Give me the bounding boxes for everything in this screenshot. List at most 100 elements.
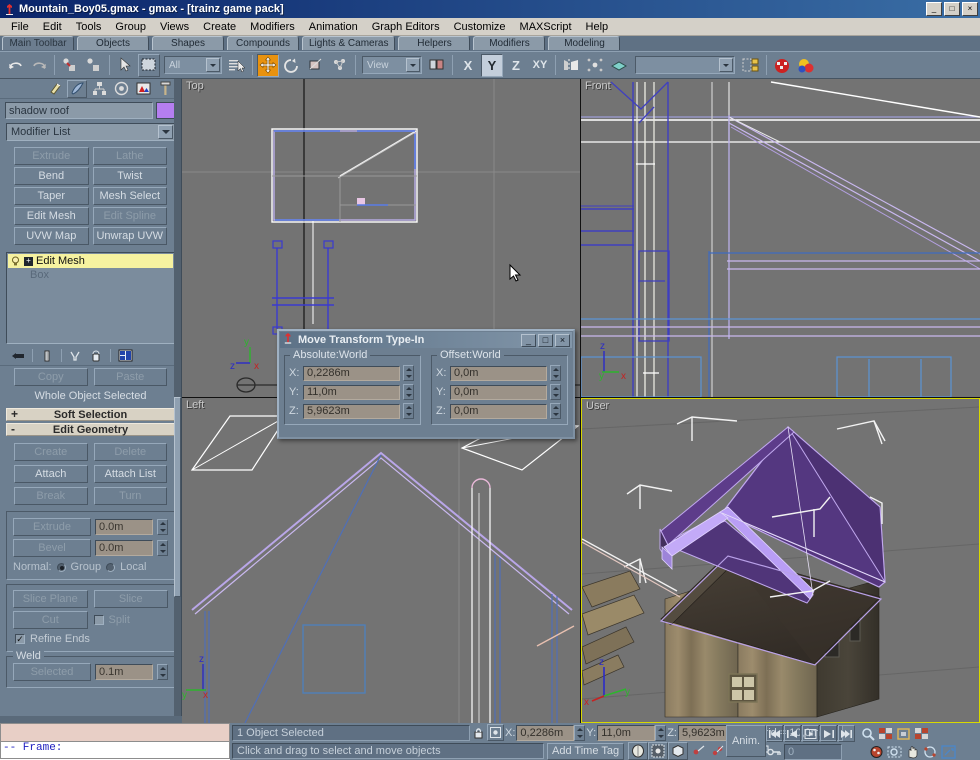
stack-item-edit-mesh[interactable]: + Edit Mesh <box>8 254 173 268</box>
axis-constraint-x-button[interactable]: X <box>457 53 479 77</box>
offset-x-input[interactable]: 0,0m <box>450 365 547 381</box>
offset-y-spinner[interactable] <box>550 384 561 400</box>
slice-button[interactable]: Slice <box>93 590 168 608</box>
animate-button[interactable]: Anim. <box>726 725 766 757</box>
next-frame-icon[interactable] <box>820 725 837 742</box>
region-zoom-icon[interactable] <box>886 743 903 760</box>
menu-item-customize[interactable]: Customize <box>447 20 513 34</box>
paste-button[interactable]: Paste <box>93 368 167 386</box>
axis-constraint-y-button[interactable]: Y <box>481 53 503 77</box>
offset-x-spinner[interactable] <box>550 365 561 381</box>
toolbar-tab-objects[interactable]: Objects <box>77 36 149 50</box>
extrude-spinner[interactable] <box>157 519 168 535</box>
refine-ends-checkbox[interactable]: ✓ <box>15 634 25 644</box>
minimize-button[interactable]: _ <box>926 2 942 16</box>
toolbar-tab-modeling[interactable]: Modeling <box>548 36 621 50</box>
absolute-x-input[interactable]: 0,2286m <box>303 365 400 381</box>
chevron-down-icon[interactable] <box>719 58 733 72</box>
add-time-tag-button[interactable]: Add Time Tag <box>547 742 625 760</box>
command-panel-scrollbar[interactable] <box>174 79 181 716</box>
modifier-button-extrude[interactable]: Extrude <box>14 147 89 165</box>
unlink-selection-icon[interactable] <box>83 53 105 77</box>
create-button[interactable]: Create <box>14 443 88 461</box>
offset-z-input[interactable]: 0,0m <box>450 403 547 419</box>
utilities-panel-icon[interactable] <box>155 80 175 98</box>
modifier-stack[interactable]: + Edit Mesh Box <box>6 252 175 344</box>
coord-x-field[interactable]: 0,2286m <box>516 724 575 741</box>
select-and-link-icon[interactable] <box>59 53 81 77</box>
dialog-close-button[interactable]: × <box>555 333 570 347</box>
modifier-button-twist[interactable]: Twist <box>92 167 167 185</box>
angle-snap-icon[interactable] <box>648 742 669 760</box>
toolbar-tab-modifiers[interactable]: Modifiers <box>473 36 546 50</box>
modifier-button-unwrap-uvw[interactable]: Unwrap UVW <box>92 227 167 245</box>
toolbar-tab-lights-cameras[interactable]: Lights & Cameras <box>302 36 396 50</box>
object-name-input[interactable]: shadow roof <box>5 102 153 119</box>
weld-spinner[interactable] <box>157 664 168 680</box>
viewport-left[interactable]: Left z y x <box>182 398 580 723</box>
split-checkbox[interactable] <box>93 615 104 625</box>
absolute-x-spinner[interactable] <box>403 365 414 381</box>
layer-manager-icon[interactable] <box>608 53 630 77</box>
field-of-view-icon[interactable] <box>868 743 885 760</box>
menu-item-views[interactable]: Views <box>153 20 196 34</box>
spinner-snap-icon[interactable] <box>688 742 708 760</box>
absolute-y-spinner[interactable] <box>403 384 414 400</box>
named-selection-sets-combo[interactable] <box>635 56 735 74</box>
align-icon[interactable] <box>329 53 351 77</box>
modifier-button-edit-spline[interactable]: Edit Spline <box>92 207 167 225</box>
material-editor-icon[interactable] <box>771 53 793 77</box>
expand-icon[interactable]: + <box>24 256 33 266</box>
menu-item-graph-editors[interactable]: Graph Editors <box>365 20 447 34</box>
current-frame-field[interactable]: 0 <box>784 743 842 760</box>
normal-group-radio[interactable] <box>56 562 66 572</box>
select-and-rotate-icon[interactable] <box>281 53 303 77</box>
zoom-icon[interactable] <box>859 725 876 742</box>
menu-item-file[interactable]: File <box>4 20 36 34</box>
snap-toggle-icon[interactable] <box>628 742 649 760</box>
menu-item-modifiers[interactable]: Modifiers <box>243 20 302 34</box>
select-and-move-icon[interactable] <box>257 53 279 77</box>
reference-coordinate-combo[interactable]: View <box>362 56 422 74</box>
dialog-maximize-button[interactable]: □ <box>538 333 553 347</box>
key-mode-icon[interactable] <box>766 743 783 760</box>
use-pivot-center-icon[interactable] <box>426 53 448 77</box>
modifier-button-edit-mesh[interactable]: Edit Mesh <box>14 207 89 225</box>
viewport-user[interactable]: User z y x <box>581 398 980 723</box>
absolute-relative-toggle-icon[interactable] <box>487 724 504 741</box>
rollout-edit-geometry[interactable]: - Edit Geometry <box>6 423 175 436</box>
show-end-result-icon[interactable] <box>39 348 55 364</box>
modifier-button-taper[interactable]: Taper <box>14 187 89 205</box>
object-color-swatch[interactable] <box>156 102 176 119</box>
extrude-button[interactable]: Extrude <box>13 518 91 536</box>
display-panel-icon[interactable] <box>133 80 153 98</box>
zoom-extents-icon[interactable] <box>895 725 912 742</box>
stack-item-box[interactable]: Box <box>8 268 173 282</box>
select-object-icon[interactable] <box>114 53 136 77</box>
absolute-z-input[interactable]: 5,9623m <box>303 403 400 419</box>
bevel-button[interactable]: Bevel <box>13 539 91 557</box>
slice-plane-button[interactable]: Slice Plane <box>13 590 88 608</box>
absolute-z-spinner[interactable] <box>403 403 414 419</box>
select-by-name-icon[interactable] <box>226 53 248 77</box>
absolute-y-input[interactable]: 11,0m <box>303 384 400 400</box>
scrollbar-thumb[interactable] <box>174 397 181 597</box>
named-selection-edit-icon[interactable] <box>740 53 762 77</box>
lightbulb-icon[interactable] <box>10 256 21 267</box>
material-map-browser-icon[interactable] <box>795 53 817 77</box>
offset-y-input[interactable]: 0,0m <box>450 384 547 400</box>
toolbar-tab-main-toolbar[interactable]: Main Toolbar <box>2 36 74 50</box>
listener-input-pane[interactable] <box>0 723 230 742</box>
cut-button[interactable]: Cut <box>13 611 88 629</box>
chevron-down-icon[interactable] <box>158 125 173 139</box>
offset-z-spinner[interactable] <box>550 403 561 419</box>
go-to-end-icon[interactable] <box>838 725 855 742</box>
attach-button[interactable]: Attach <box>14 465 88 483</box>
break-button[interactable]: Break <box>14 487 88 505</box>
chevron-down-icon[interactable] <box>406 58 420 72</box>
coord-y-spinner[interactable] <box>655 724 667 741</box>
normal-local-radio[interactable] <box>106 562 116 572</box>
weld-selected-button[interactable]: Selected <box>13 663 91 681</box>
go-to-start-icon[interactable] <box>766 725 783 742</box>
hierarchy-panel-icon[interactable] <box>89 80 109 98</box>
